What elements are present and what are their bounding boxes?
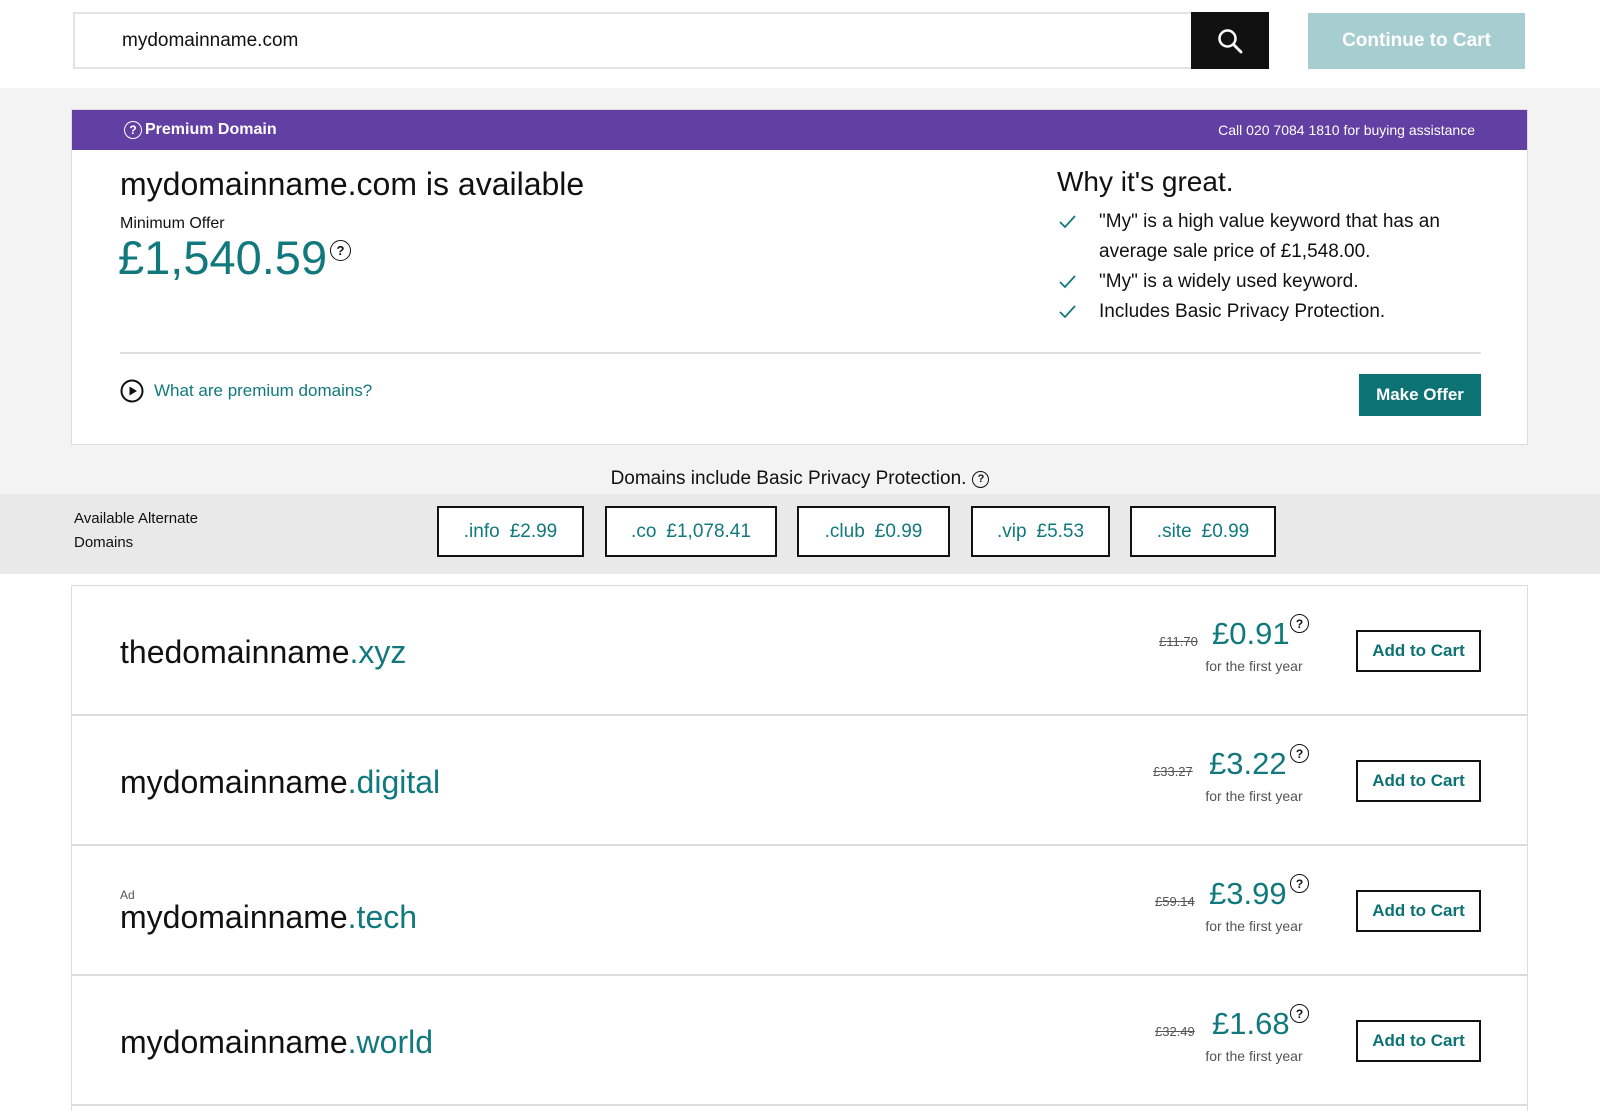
alternate-domain-chip[interactable]: .info £2.99: [437, 506, 584, 557]
alternate-domain-chip[interactable]: .club £0.99: [797, 506, 950, 557]
domain-tld: .tech: [347, 899, 418, 935]
domain-tld: .xyz: [349, 634, 407, 670]
price-help-icon[interactable]: ?: [1290, 1004, 1309, 1023]
domain-sld: mydomainname: [120, 1024, 348, 1060]
price-term: for the first year: [1205, 1048, 1303, 1064]
sale-price: £3.22: [1209, 746, 1287, 781]
chip-price: £1,078.41: [666, 520, 751, 542]
alternate-domains-bar: Available Alternate Domains .info £2.99 .…: [0, 494, 1600, 574]
price-help-icon[interactable]: ?: [1290, 874, 1309, 893]
reason-text: "My" is a widely used keyword.: [1099, 271, 1359, 292]
price-term: for the first year: [1205, 788, 1303, 804]
domain-name: mydomainname.world: [120, 1024, 433, 1061]
chip-tld: .site: [1156, 520, 1192, 542]
make-offer-button[interactable]: Make Offer: [1359, 374, 1481, 416]
chip-price: £2.99: [509, 520, 558, 542]
privacy-note: Domains include Basic Privacy Protection…: [0, 468, 1600, 490]
divider: [120, 352, 1481, 354]
price-term: for the first year: [1205, 658, 1303, 674]
buying-assistance-text: Call 020 7084 1810 for buying assistance: [1218, 122, 1475, 138]
chip-price: £0.99: [874, 520, 923, 542]
sale-price: £3.99: [1209, 876, 1287, 911]
sale-price: £0.91: [1212, 616, 1290, 651]
original-price: £32.49: [1155, 1024, 1195, 1039]
what-are-premium-domains-link[interactable]: What are premium domains?: [120, 379, 372, 403]
chip-price: £0.99: [1201, 520, 1250, 542]
price-term: for the first year: [1205, 918, 1303, 934]
chip-price: £5.53: [1036, 520, 1085, 542]
alternate-domain-chip[interactable]: .vip £5.53: [971, 506, 1110, 557]
domain-results-list: thedomainname.xyz £11.70 £0.91 ? for the…: [71, 585, 1528, 1111]
domain-name: mydomainname.tech: [120, 899, 417, 936]
list-item: Ad mydomainname.tech £59.14 £3.99 ? for …: [72, 846, 1527, 976]
original-price: £59.14: [1155, 894, 1195, 909]
check-icon: [1057, 207, 1099, 241]
what-are-premium-domains-label: What are premium domains?: [154, 381, 373, 400]
help-icon[interactable]: ?: [972, 471, 990, 488]
chip-tld: .co: [631, 520, 657, 542]
domain-tld: .digital: [347, 764, 441, 800]
top-bar: Continue to Cart: [0, 0, 1600, 88]
reason-item: "My" is a high value keyword that has an…: [1057, 207, 1499, 267]
premium-badge-label: Premium Domain: [145, 121, 277, 138]
reason-item: Includes Basic Privacy Protection.: [1057, 297, 1499, 331]
chip-tld: .club: [824, 520, 865, 542]
search-box: [73, 12, 1269, 69]
domain-tld: .world: [347, 1024, 434, 1060]
alternate-domain-chip[interactable]: .site £0.99: [1130, 506, 1276, 557]
reason-text: "My" is a high value keyword that has an…: [1099, 211, 1440, 262]
chip-tld: .info: [463, 520, 500, 542]
reason-item: "My" is a widely used keyword.: [1057, 267, 1499, 301]
search-input[interactable]: [75, 14, 1192, 67]
search-icon: [1218, 28, 1243, 53]
list-item: thedomainname.xyz £11.70 £0.91 ? for the…: [72, 586, 1527, 716]
check-icon: [1057, 297, 1099, 331]
help-icon[interactable]: ?: [124, 121, 142, 139]
alternate-domain-chip[interactable]: .co £1,078.41: [605, 506, 777, 557]
premium-badge: ? Premium Domain: [124, 121, 277, 139]
alternate-domains-label: Available Alternate Domains: [74, 510, 198, 551]
why-great-title: Why it's great.: [1057, 166, 1234, 197]
domain-sld: mydomainname: [120, 764, 348, 800]
list-item: mydomainname.world £32.49 £1.68 ? for th…: [72, 976, 1527, 1106]
check-icon: [1057, 267, 1099, 301]
price-help-icon[interactable]: ?: [330, 240, 351, 261]
price-help-icon[interactable]: ?: [1290, 744, 1309, 763]
domain-sld: thedomainname: [120, 634, 350, 670]
add-to-cart-button[interactable]: Add to Cart: [1356, 890, 1481, 932]
original-price: £11.70: [1159, 634, 1198, 649]
add-to-cart-button[interactable]: Add to Cart: [1356, 630, 1481, 672]
sale-price: £1.68: [1212, 1006, 1290, 1041]
privacy-note-text: Domains include Basic Privacy Protection…: [610, 468, 967, 489]
add-to-cart-button[interactable]: Add to Cart: [1356, 1020, 1481, 1062]
price-help-icon[interactable]: ?: [1290, 614, 1309, 633]
domain-name: mydomainname.digital: [120, 764, 440, 801]
premium-header: ? Premium Domain Call 020 7084 1810 for …: [72, 110, 1527, 150]
premium-domain-card: ? Premium Domain Call 020 7084 1810 for …: [71, 109, 1528, 445]
play-icon: [120, 379, 144, 403]
original-price: £33.27: [1153, 764, 1193, 779]
availability-title: mydomainname.com is available: [120, 166, 585, 202]
list-item: mydomainname.digital £33.27 £3.22 ? for …: [72, 716, 1527, 846]
continue-to-cart-button[interactable]: Continue to Cart: [1308, 13, 1525, 69]
reason-text: Includes Basic Privacy Protection.: [1099, 301, 1386, 322]
premium-price: £1,540.59: [118, 231, 328, 284]
search-button[interactable]: [1191, 12, 1269, 69]
domain-name: thedomainname.xyz: [120, 634, 406, 671]
domain-sld: mydomainname: [120, 899, 348, 935]
add-to-cart-button[interactable]: Add to Cart: [1356, 760, 1481, 802]
chip-tld: .vip: [996, 520, 1027, 542]
